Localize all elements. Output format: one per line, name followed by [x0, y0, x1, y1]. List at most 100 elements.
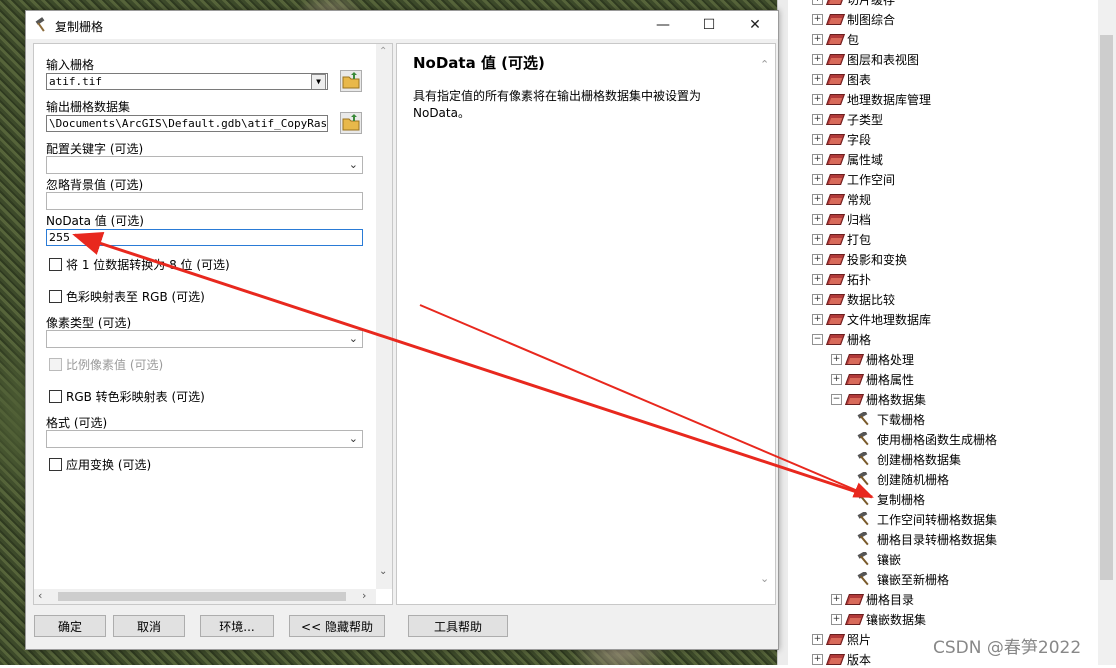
- checkbox-box[interactable]: [49, 258, 62, 271]
- tree-item[interactable]: + 常规: [812, 190, 871, 208]
- hide-help-button[interactable]: << 隐藏帮助: [289, 615, 385, 637]
- tree-item[interactable]: + 工作空间: [812, 170, 895, 188]
- tree-item[interactable]: + 图表: [812, 70, 871, 88]
- tree-item[interactable]: 复制栅格: [856, 490, 925, 508]
- collapse-icon[interactable]: −: [831, 393, 842, 405]
- expand-icon[interactable]: +: [812, 633, 823, 645]
- tree-item[interactable]: + 打包: [812, 230, 871, 248]
- chevron-down-icon[interactable]: ▼: [311, 74, 326, 89]
- output-dataset-input[interactable]: \Documents\ArcGIS\Default.gdb\atif_CopyR…: [46, 115, 328, 132]
- tree-item[interactable]: + 照片: [812, 630, 871, 648]
- expand-icon[interactable]: +: [812, 233, 823, 245]
- expand-icon[interactable]: +: [812, 653, 823, 665]
- tree-item[interactable]: + 归档: [812, 210, 871, 228]
- expand-icon[interactable]: +: [812, 213, 823, 225]
- tree-item[interactable]: − 栅格: [812, 330, 871, 348]
- expand-icon[interactable]: +: [812, 273, 823, 285]
- vertical-scrollbar[interactable]: ⌃ ⌄: [376, 44, 392, 589]
- ignore-background-input[interactable]: [46, 192, 363, 210]
- tree-item[interactable]: + 栅格处理: [831, 350, 914, 368]
- minimize-button[interactable]: —: [640, 11, 686, 39]
- tree-item[interactable]: + 地理数据库管理: [812, 90, 931, 108]
- expand-icon[interactable]: +: [812, 33, 823, 45]
- tool-help-button[interactable]: 工具帮助: [408, 615, 508, 637]
- expand-icon[interactable]: +: [812, 73, 823, 85]
- expand-icon[interactable]: +: [812, 0, 823, 5]
- tree-item[interactable]: + 栅格目录: [831, 590, 914, 608]
- dialog-titlebar[interactable]: 复制栅格 — ☐ ✕: [26, 11, 778, 39]
- tree-item[interactable]: 镶嵌至新栅格: [856, 570, 949, 588]
- horizontal-scrollbar[interactable]: ‹ ›: [34, 589, 376, 604]
- tree-item[interactable]: + 拓扑: [812, 270, 871, 288]
- tree-item[interactable]: + 包: [812, 30, 859, 48]
- tree-item[interactable]: + 数据比较: [812, 290, 895, 308]
- apply-transform-checkbox[interactable]: 应用变换 (可选): [49, 456, 151, 473]
- tree-item[interactable]: 创建随机栅格: [856, 470, 949, 488]
- expand-icon[interactable]: +: [812, 53, 823, 65]
- scroll-thumb[interactable]: [58, 592, 346, 601]
- tree-item[interactable]: 栅格目录转栅格数据集: [856, 530, 997, 548]
- tree-item[interactable]: + 镶嵌数据集: [831, 610, 926, 628]
- collapse-icon[interactable]: −: [812, 333, 823, 345]
- tree-item[interactable]: + 栅格属性: [831, 370, 914, 388]
- tree-item[interactable]: + 版本: [812, 650, 871, 668]
- maximize-button[interactable]: ☐: [686, 11, 732, 39]
- expand-icon[interactable]: +: [812, 293, 823, 305]
- colormap-to-rgb-checkbox[interactable]: 色彩映射表至 RGB (可选): [49, 288, 205, 305]
- tree-item[interactable]: 创建栅格数据集: [856, 450, 961, 468]
- tree-item[interactable]: + 子类型: [812, 110, 883, 128]
- tree-scrollbar[interactable]: [1098, 0, 1116, 665]
- tree-item[interactable]: − 栅格数据集: [831, 390, 926, 408]
- rgb-to-colormap-checkbox[interactable]: RGB 转色彩映射表 (可选): [49, 388, 205, 405]
- tree-item[interactable]: 下载栅格: [856, 410, 925, 428]
- tree-item[interactable]: + 投影和变换: [812, 250, 907, 268]
- browse-input-button[interactable]: [340, 70, 362, 92]
- tree-item[interactable]: 工作空间转栅格数据集: [856, 510, 997, 528]
- expand-icon[interactable]: +: [812, 113, 823, 125]
- tree-item[interactable]: + 制图综合: [812, 10, 895, 28]
- expand-icon[interactable]: +: [812, 13, 823, 25]
- nodata-input[interactable]: 255: [46, 229, 363, 246]
- checkbox-box[interactable]: [49, 390, 62, 403]
- close-button[interactable]: ✕: [732, 11, 778, 39]
- pixel-type-select[interactable]: ⌄: [46, 330, 363, 348]
- expand-icon[interactable]: +: [831, 613, 842, 625]
- tree-item[interactable]: + 属性域: [812, 150, 883, 168]
- tree-item[interactable]: 镶嵌: [856, 550, 901, 568]
- config-keyword-select[interactable]: ⌄: [46, 156, 363, 174]
- cancel-button[interactable]: 取消: [113, 615, 185, 637]
- checkbox-box[interactable]: [49, 290, 62, 303]
- expand-icon[interactable]: +: [812, 153, 823, 165]
- scroll-up-icon[interactable]: ⌃: [379, 46, 387, 57]
- input-raster-combo[interactable]: atif.tif ▼: [46, 73, 328, 90]
- expand-icon[interactable]: +: [812, 93, 823, 105]
- expand-icon[interactable]: +: [831, 373, 842, 385]
- expand-icon[interactable]: +: [812, 193, 823, 205]
- environments-button[interactable]: 环境...: [200, 615, 274, 637]
- tree-item[interactable]: 使用栅格函数生成栅格: [856, 430, 997, 448]
- expand-icon[interactable]: +: [812, 173, 823, 185]
- expand-icon[interactable]: +: [812, 253, 823, 265]
- format-select[interactable]: ⌄: [46, 430, 363, 448]
- tree-item[interactable]: + 文件地理数据库: [812, 310, 931, 328]
- scroll-down-icon[interactable]: ⌄: [760, 572, 769, 585]
- arctoolbox-tree: +切片缓存 +制图综合 +包 +图层和表视图 +图表 +地理数据库管理 +子类型 +字段 +属性…: [788, 0, 1098, 668]
- tree-item[interactable]: + 图层和表视图: [812, 50, 919, 68]
- checkbox-box[interactable]: [49, 458, 62, 471]
- browse-output-button[interactable]: [340, 112, 362, 134]
- scroll-left-icon[interactable]: ‹: [38, 589, 42, 602]
- scroll-thumb[interactable]: [1100, 35, 1113, 580]
- ok-button[interactable]: 确定: [34, 615, 106, 637]
- tree-item-label: 工作空间转栅格数据集: [877, 512, 998, 527]
- expand-icon[interactable]: +: [831, 353, 842, 365]
- hammer-icon: [857, 412, 869, 426]
- scroll-up-icon[interactable]: ⌃: [760, 58, 769, 71]
- scroll-down-icon[interactable]: ⌄: [379, 566, 387, 577]
- expand-icon[interactable]: +: [812, 313, 823, 325]
- tree-item[interactable]: + 字段: [812, 130, 871, 148]
- tree-item[interactable]: + 切片缓存: [812, 0, 895, 8]
- expand-icon[interactable]: +: [831, 593, 842, 605]
- expand-icon[interactable]: +: [812, 133, 823, 145]
- convert-1bit-checkbox[interactable]: 将 1 位数据转换为 8 位 (可选): [49, 256, 230, 273]
- scroll-right-icon[interactable]: ›: [362, 589, 366, 602]
